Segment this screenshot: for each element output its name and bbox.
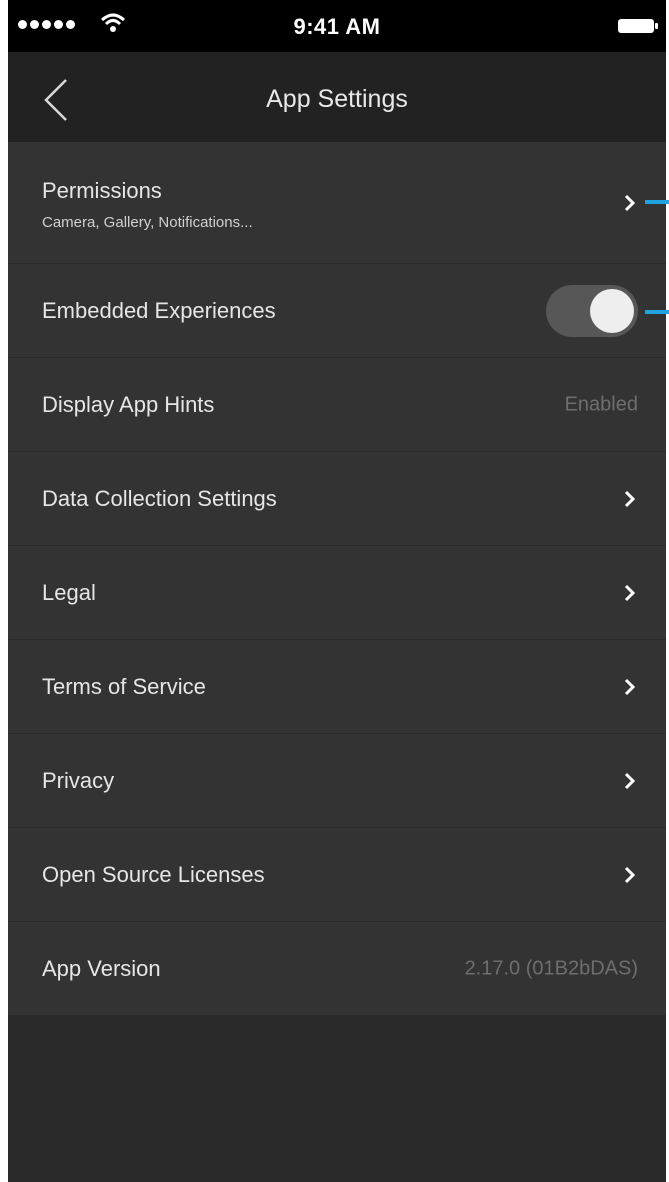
chevron-right-icon <box>624 490 636 507</box>
app-version-label: App Version <box>42 955 161 981</box>
display-app-hints-value: Enabled <box>564 393 638 415</box>
battery-icon <box>618 19 658 33</box>
settings-row-display-app-hints[interactable]: Display App Hints Enabled <box>8 358 666 452</box>
chevron-right-icon <box>624 866 636 883</box>
phone-screen: 9:41 AM App Settings Permissions Camera,… <box>8 0 666 1182</box>
chevron-right-icon <box>624 772 636 789</box>
data-collection-label: Data Collection Settings <box>42 485 277 511</box>
callout-line-embedded <box>645 310 669 314</box>
embedded-experiences-label: Embedded Experiences <box>42 297 276 323</box>
navigation-bar: App Settings <box>8 52 666 142</box>
settings-row-data-collection[interactable]: Data Collection Settings <box>8 452 666 546</box>
settings-row-embedded-experiences: Embedded Experiences <box>8 264 666 358</box>
embedded-experiences-toggle[interactable] <box>546 284 638 337</box>
status-time: 9:41 AM <box>293 14 381 39</box>
terms-of-service-label: Terms of Service <box>42 673 206 699</box>
toggle-knob <box>590 288 634 333</box>
open-source-licenses-label: Open Source Licenses <box>42 861 265 887</box>
settings-list: Permissions Camera, Gallery, Notificatio… <box>8 142 666 1016</box>
page-title: App Settings <box>266 85 408 113</box>
settings-row-privacy[interactable]: Privacy <box>8 734 666 828</box>
display-app-hints-label: Display App Hints <box>42 391 215 417</box>
settings-row-app-version: App Version 2.17.0 (01B2bDAS) <box>8 922 666 1016</box>
settings-row-terms-of-service[interactable]: Terms of Service <box>8 640 666 734</box>
status-bar: 9:41 AM <box>8 0 666 52</box>
settings-row-legal[interactable]: Legal <box>8 546 666 640</box>
chevron-right-icon <box>624 194 636 211</box>
permissions-sublabel: Camera, Gallery, Notifications... <box>42 214 253 231</box>
chevron-right-icon <box>624 584 636 601</box>
privacy-label: Privacy <box>42 767 115 793</box>
permissions-label: Permissions <box>42 178 162 203</box>
settings-row-permissions[interactable]: Permissions Camera, Gallery, Notificatio… <box>8 142 666 264</box>
app-version-value: 2.17.0 (01B2bDAS) <box>464 957 638 979</box>
chevron-right-icon <box>624 678 636 695</box>
settings-row-open-source-licenses[interactable]: Open Source Licenses <box>8 828 666 922</box>
empty-area <box>8 1018 666 1182</box>
callout-line-permissions <box>645 200 669 204</box>
legal-label: Legal <box>42 579 96 605</box>
